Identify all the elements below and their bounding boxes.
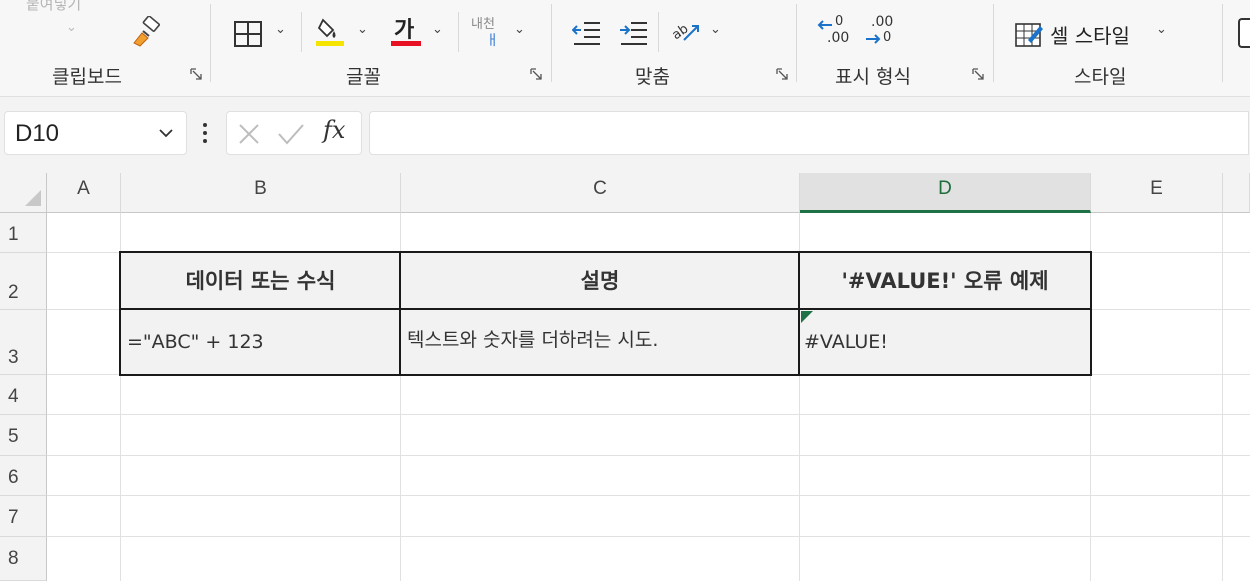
format-painter-icon[interactable] <box>130 16 162 48</box>
clipboard-group: 붙여넣기 ⌄ 클립보드 <box>0 0 210 94</box>
font-group-label: 글꼴 <box>346 66 381 88</box>
orientation-icon[interactable]: ab <box>670 16 702 46</box>
cell-styles-chevron-icon: ⌄ <box>1156 22 1167 37</box>
column-header-d[interactable]: D <box>800 173 1091 213</box>
select-all-icon <box>25 190 41 206</box>
font-color-chevron-icon[interactable]: ⌄ <box>432 22 443 37</box>
font-color-icon[interactable]: 가 <box>394 12 414 44</box>
ribbon-separator <box>1222 4 1223 82</box>
column-header-c[interactable]: C <box>401 173 800 213</box>
table-outline <box>119 251 1092 376</box>
phonetic-guide-mark: ㅐ <box>486 33 499 49</box>
formula-bar-area: D10 fx <box>0 97 1250 173</box>
worksheet-grid[interactable]: A B C D E 1 2 3 4 5 6 7 8 데이터 또는 수식 설명 '… <box>0 173 1250 581</box>
column-header-partial[interactable] <box>1223 173 1250 213</box>
borders-chevron-icon[interactable]: ⌄ <box>275 22 286 37</box>
borders-icon[interactable] <box>233 20 263 48</box>
more-ribbon-icon[interactable] <box>1238 18 1250 48</box>
number-group: 0 .00 .00 0 표시 형식 <box>797 0 993 94</box>
select-all-corner[interactable] <box>0 173 47 213</box>
insert-function-icon[interactable]: fx <box>323 116 345 144</box>
number-group-label: 표시 형식 <box>835 66 911 88</box>
name-box-chevron-icon[interactable] <box>158 128 174 138</box>
styles-group: 셀 스타일 ⌄ 스타일 <box>994 0 1222 94</box>
decrease-decimal-icon[interactable]: .00 0 <box>865 14 901 50</box>
orientation-chevron-icon[interactable]: ⌄ <box>710 22 721 37</box>
formula-buttons: fx <box>226 111 362 155</box>
row-header-8[interactable]: 8 <box>0 537 47 581</box>
alignment-launcher-icon[interactable] <box>775 67 789 81</box>
clipboard-launcher-icon[interactable] <box>189 67 203 81</box>
column-header-a[interactable]: A <box>47 173 121 213</box>
cancel-icon[interactable] <box>237 122 261 146</box>
fill-color-icon[interactable] <box>315 14 345 48</box>
paste-label[interactable]: 붙여넣기 <box>26 0 81 14</box>
row-header-7[interactable]: 7 <box>0 496 47 537</box>
enter-icon[interactable] <box>277 122 305 146</box>
row-header-4[interactable]: 4 <box>0 375 47 415</box>
font-launcher-icon[interactable] <box>529 67 543 81</box>
increase-decimal-icon[interactable]: 0 .00 <box>817 14 853 50</box>
increase-indent-icon[interactable] <box>619 20 649 46</box>
fill-color-chevron-icon[interactable]: ⌄ <box>357 22 368 37</box>
ribbon: 붙여넣기 ⌄ 클립보드 ⌄ ⌄ 가 ⌄ 내천 ㅐ ⌄ 글꼴 ab ⌄ 맞춤 0 … <box>0 0 1250 97</box>
phonetic-chevron-icon[interactable]: ⌄ <box>514 22 525 37</box>
name-box[interactable]: D10 <box>4 111 187 155</box>
number-launcher-icon[interactable] <box>971 67 985 81</box>
row-header-6[interactable]: 6 <box>0 456 47 496</box>
name-box-value: D10 <box>15 120 60 147</box>
row-header-3[interactable]: 3 <box>0 310 47 375</box>
row-header-5[interactable]: 5 <box>0 415 47 456</box>
alignment-group: ab ⌄ 맞춤 <box>552 0 796 94</box>
paste-chevron-icon[interactable]: ⌄ <box>66 20 77 35</box>
column-header-e[interactable]: E <box>1091 173 1223 213</box>
font-color-bar <box>391 41 421 46</box>
svg-text:ab: ab <box>670 22 691 44</box>
styles-group-label: 스타일 <box>1074 66 1127 88</box>
formula-input[interactable] <box>369 111 1249 155</box>
column-header-b[interactable]: B <box>121 173 401 213</box>
row-header-1[interactable]: 1 <box>0 213 47 253</box>
cell-styles-icon <box>1015 23 1043 47</box>
alignment-group-label: 맞춤 <box>635 66 670 88</box>
font-group: ⌄ ⌄ 가 ⌄ 내천 ㅐ ⌄ 글꼴 <box>211 0 551 94</box>
decrease-indent-icon[interactable] <box>572 20 602 46</box>
cell-styles-label: 셀 스타일 <box>1050 24 1130 48</box>
clipboard-group-label: 클립보드 <box>52 66 122 88</box>
row-header-2[interactable]: 2 <box>0 253 47 310</box>
more-options-icon[interactable] <box>202 123 208 145</box>
